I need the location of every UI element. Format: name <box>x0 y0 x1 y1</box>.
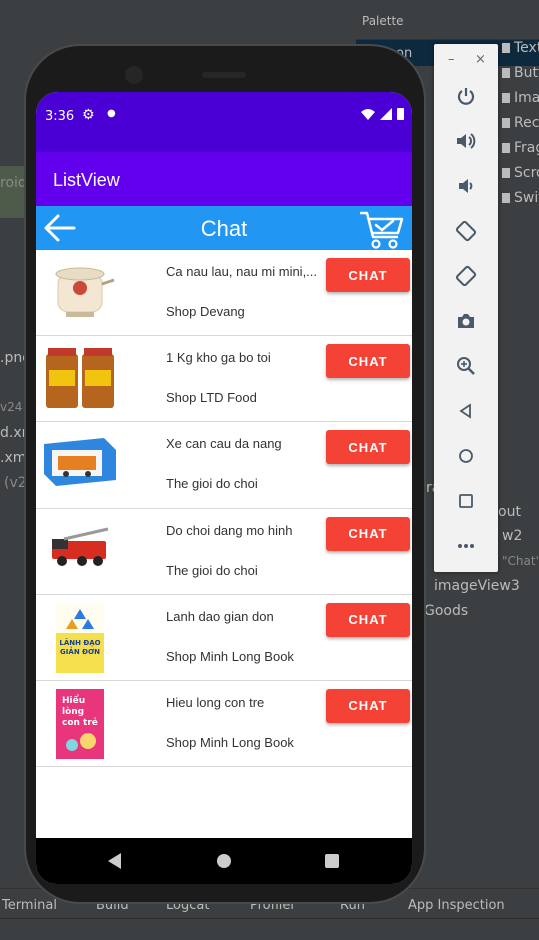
chat-button[interactable]: CHAT <box>326 516 410 551</box>
tree-fragment: v24 <box>0 400 23 414</box>
nav-home-icon[interactable] <box>217 854 231 868</box>
product-image-firetruck <box>52 527 109 566</box>
palette-list: Text Butt Imag Recy Frag Scro Swit <box>498 40 539 215</box>
chat-button[interactable]: CHAT <box>326 430 410 465</box>
svg-text:LÃNH ĐẠO: LÃNH ĐẠO <box>59 638 100 647</box>
tree-item[interactable]: out <box>498 504 521 520</box>
zoom-icon[interactable] <box>450 350 482 382</box>
product-image-book-lanh-dao: LÃNH ĐẠO GIẢN ĐƠN <box>56 602 104 673</box>
tree-item: "Chat" <box>502 554 539 568</box>
svg-text:con trẻ: con trẻ <box>62 717 98 728</box>
cart-icon[interactable] <box>358 207 404 251</box>
app-inspection-tab[interactable]: App Inspection <box>408 898 505 913</box>
palette-item-text[interactable]: Text <box>498 40 539 65</box>
app-title: ListView <box>53 170 120 190</box>
home-icon[interactable] <box>450 440 482 472</box>
shop-name: Shop Devang <box>166 304 245 319</box>
product-name: 1 Kg kho ga bo toi <box>166 350 271 366</box>
status-icons <box>361 108 404 120</box>
emulator-toolbar: – × <box>434 44 498 572</box>
status-bar: 3:36 ⚙ ● <box>36 92 412 152</box>
shop-name: The gioi do choi <box>166 562 258 578</box>
product-image-crane-toy <box>44 438 116 487</box>
rotate-right-icon[interactable] <box>450 260 482 292</box>
close-button[interactable]: × <box>475 52 486 67</box>
earpiece-speaker <box>202 72 246 78</box>
chat-button[interactable]: CHAT <box>326 602 410 637</box>
palette-item-fragment[interactable]: Frag <box>498 140 539 165</box>
list-item[interactable]: Ca nau lau, nau mi mini,... Shop Devang … <box>36 250 412 337</box>
settings-gear-icon: ⚙ <box>82 107 95 123</box>
palette-item-switch[interactable]: Swit <box>498 190 539 215</box>
app-bar: ListView <box>36 152 412 206</box>
back-icon[interactable] <box>450 395 482 427</box>
nav-overview-icon[interactable] <box>325 854 339 868</box>
camera-icon[interactable] <box>450 305 482 337</box>
notification-dot-icon: ● <box>107 108 116 119</box>
chat-button[interactable]: CHAT <box>326 688 410 723</box>
tree-fragment: .xm <box>0 450 27 466</box>
battery-icon <box>397 108 404 120</box>
tree-item-imageview3[interactable]: imageView3 <box>434 578 520 594</box>
chat-button[interactable]: CHAT <box>326 258 410 292</box>
status-time: 3:36 <box>45 109 75 124</box>
palette-item-scroll[interactable]: Scro <box>498 165 539 190</box>
front-camera <box>125 66 143 84</box>
product-name: Hieu long con tre <box>166 694 265 710</box>
product-name: Xe can cau da nang <box>166 436 282 452</box>
shop-name: Shop LTD Food <box>166 390 257 406</box>
signal-icon <box>380 108 392 120</box>
tree-fragment: roid <box>0 175 27 191</box>
product-name: Lanh dao gian don <box>166 608 274 624</box>
shop-name: The gioi do choi <box>166 476 258 492</box>
palette-header: Palette <box>356 0 539 40</box>
chat-header: Chat <box>36 206 412 250</box>
svg-text:lòng: lòng <box>62 706 84 717</box>
product-image-jerky <box>46 348 114 409</box>
list-item[interactable]: 1 Kg kho ga bo toi Shop LTD Food CHAT <box>36 336 412 423</box>
power-icon[interactable] <box>450 80 482 112</box>
product-image-hotpot <box>55 267 115 317</box>
volume-up-icon[interactable] <box>450 125 482 157</box>
svg-text:GIẢN ĐƠN: GIẢN ĐƠN <box>60 646 100 656</box>
chat-title: Chat <box>200 216 248 241</box>
product-list[interactable]: Ca nau lau, nau mi mini,... Shop Devang … <box>36 250 412 768</box>
tree-item-goods[interactable]: Goods <box>424 603 468 619</box>
ide-status-bar <box>0 918 539 940</box>
palette-item-button[interactable]: Butt <box>498 65 539 90</box>
more-icon[interactable] <box>450 530 482 562</box>
tree-item[interactable]: w2 <box>502 528 522 544</box>
nav-back-icon[interactable] <box>108 853 121 869</box>
list-item[interactable]: Hiểu lòng con trẻ Hieu long con tre Shop… <box>36 680 412 768</box>
minimize-button[interactable]: – <box>448 52 455 67</box>
list-item[interactable]: Xe can cau da nang The gioi do choi CHAT <box>36 422 412 509</box>
terminal-tab[interactable]: Terminal <box>2 898 57 913</box>
shop-name: Shop Minh Long Book <box>166 734 294 750</box>
palette-item-image[interactable]: Imag <box>498 90 539 115</box>
device-screen: 3:36 ⚙ ● ListView Chat Ca nau lau, nau m… <box>36 92 412 884</box>
rotate-left-icon[interactable] <box>450 215 482 247</box>
wifi-icon <box>361 108 375 120</box>
product-name: Ca nau lau, nau mi mini,... <box>166 264 318 279</box>
navigation-bar <box>36 838 412 884</box>
list-item[interactable]: LÃNH ĐẠO GIẢN ĐƠN Lanh dao gian don Shop… <box>36 594 412 681</box>
volume-down-icon[interactable] <box>450 170 482 202</box>
palette-item-recycler[interactable]: Recy <box>498 115 539 140</box>
product-name: Do choi dang mo hinh <box>166 522 293 538</box>
shop-name: Shop Minh Long Book <box>166 648 294 664</box>
list-item[interactable]: Do choi dang mo hinh The gioi do choi CH… <box>36 508 412 595</box>
product-image-book-hieu-long: Hiểu lòng con trẻ <box>56 688 104 759</box>
svg-text:Hiểu: Hiểu <box>62 694 85 706</box>
overview-icon[interactable] <box>450 485 482 517</box>
chat-button[interactable]: CHAT <box>326 344 410 379</box>
